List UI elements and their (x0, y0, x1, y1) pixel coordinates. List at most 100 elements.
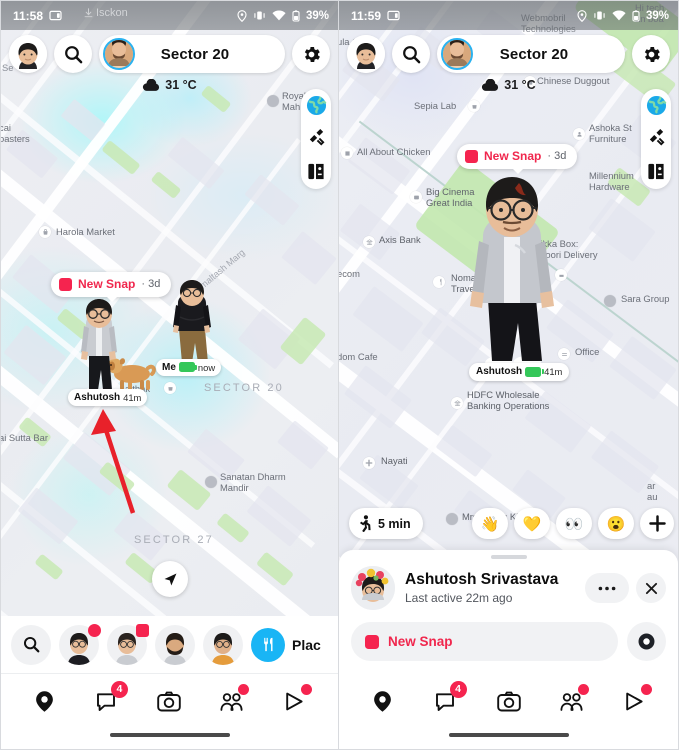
poi-icon (39, 226, 51, 238)
settings-button[interactable] (292, 35, 330, 73)
friend-name: Ashutosh (476, 366, 523, 377)
chat-badge: 4 (449, 680, 467, 698)
me-name-pin[interactable]: Me now (156, 359, 222, 376)
map-label: HDFC Wholesale Banking Operations (467, 389, 550, 411)
snap-square-icon (465, 149, 478, 163)
friend-last-active: Last active 22m ago (405, 590, 513, 605)
left-screen: Harola Market Royal Mah Se cai oasters a… (0, 0, 339, 750)
nav-friends[interactable] (212, 682, 252, 722)
status-time: 11:59 (351, 8, 382, 23)
reaction-add-button[interactable] (640, 508, 674, 539)
friend-profile-sheet[interactable]: Ashutosh Srivastava Last active 22m ago … (339, 550, 678, 674)
new-snap-pin-left[interactable]: New Snap · 3d (51, 272, 172, 302)
friend-distance: 41m (544, 366, 563, 377)
search-icon (23, 636, 39, 653)
weather-widget-left: 31 °C (1, 78, 338, 92)
carousel-search-button[interactable] (11, 624, 51, 665)
reaction-bar[interactable]: 👋 💛 👀 😮 (472, 508, 674, 539)
people-icon (560, 692, 582, 711)
poi-icon (451, 397, 463, 409)
reaction-heart-icon[interactable]: 💛 (514, 508, 550, 539)
snap-badge (136, 623, 149, 637)
status-bar-left: 11:58 39% (1, 1, 338, 30)
profile-avatar-button[interactable] (347, 35, 385, 73)
screenshot-icon (49, 10, 62, 21)
camera-shortcut-button[interactable] (627, 622, 666, 661)
friend-name-pin-right[interactable]: Ashutosh 41m (469, 363, 570, 381)
new-snap-button[interactable]: New Snap (351, 622, 618, 661)
satellite-icon[interactable] (645, 127, 667, 149)
close-sheet-button[interactable] (636, 573, 666, 603)
search-button[interactable] (392, 35, 430, 73)
more-options-button[interactable] (585, 573, 629, 603)
poi-icon (433, 276, 445, 288)
layers-icon[interactable] (305, 160, 327, 182)
reaction-surprised-icon[interactable]: 😮 (598, 508, 634, 539)
sheet-grabber[interactable] (490, 555, 527, 559)
snap-square-icon (365, 634, 379, 649)
map-label: ai Sutta Bar (0, 432, 48, 443)
status-bar-right: 11:59 39% (339, 1, 678, 30)
satellite-icon[interactable] (305, 127, 327, 149)
map-label: All About Chicken (357, 146, 431, 157)
new-snap-pin-right[interactable]: New Snap · 3d (457, 144, 578, 174)
me-label: Me (162, 361, 176, 373)
home-indicator (339, 733, 678, 749)
poi-icon (604, 295, 616, 307)
nav-spotlight[interactable] (615, 682, 655, 722)
weather-temp: 31 °C (504, 78, 536, 92)
search-button[interactable] (54, 35, 92, 73)
places-button[interactable]: Plac (251, 627, 321, 662)
globe-icon[interactable] (305, 94, 327, 116)
carousel-friend-1[interactable] (59, 623, 101, 665)
map-sector-label: SECTOR 27 (134, 534, 214, 546)
map-label: Office (575, 346, 600, 357)
nav-camera[interactable] (149, 682, 189, 722)
map-label: Millennium Hardware (589, 170, 634, 192)
friend-bitmoji-ashutosh[interactable] (70, 296, 166, 401)
nav-map[interactable] (24, 682, 64, 722)
carousel-friend-3[interactable] (155, 624, 195, 665)
nav-chat[interactable]: 4 (87, 680, 128, 722)
chat-badge: 4 (110, 680, 128, 698)
poi-icon (363, 236, 375, 248)
map-label: Axis Bank (379, 234, 421, 245)
search-icon (64, 45, 82, 63)
location-search-bar[interactable]: Sector 20 (437, 35, 625, 73)
locate-me-button[interactable] (152, 561, 188, 597)
nav-friends[interactable] (552, 682, 592, 722)
play-icon (626, 692, 643, 711)
globe-icon[interactable] (645, 94, 667, 116)
poi-icon (446, 513, 458, 525)
walk-time-pill[interactable]: 5 min (349, 508, 423, 539)
carousel-friend-2[interactable] (107, 623, 149, 665)
nav-map[interactable] (363, 682, 403, 722)
map-label: Ashoka St Furniture (589, 122, 632, 144)
carousel-friend-4[interactable] (203, 624, 243, 665)
battery-percent: 39% (305, 9, 329, 22)
settings-button[interactable] (632, 35, 670, 73)
friends-badge (577, 683, 589, 695)
nav-spotlight[interactable] (275, 682, 315, 722)
friend-bitmoji-large[interactable] (459, 173, 565, 378)
walking-icon (359, 515, 371, 532)
profile-avatar-button[interactable] (9, 35, 47, 73)
layers-icon[interactable] (645, 160, 667, 182)
avatar[interactable] (351, 566, 395, 610)
reaction-eyes-icon[interactable]: 👀 (556, 508, 592, 539)
new-snap-label: New Snap (484, 149, 542, 163)
location-search-bar[interactable]: Sector 20 (99, 35, 285, 73)
top-bar-right: Sector 20 (339, 34, 678, 74)
right-screen: Webmobril Technologies Hi tech an boa ul… (339, 0, 679, 750)
weather-widget-right: 31 °C (339, 78, 678, 92)
new-snap-ago: · 3d (547, 150, 567, 162)
nav-camera[interactable] (489, 682, 529, 722)
nav-chat[interactable]: 4 (426, 680, 467, 722)
bitmoji-avatar (347, 35, 385, 73)
location-title: Sector 20 (499, 45, 569, 63)
map-label: Nayati (381, 455, 408, 466)
friends-carousel[interactable]: Plac (1, 616, 338, 674)
people-icon (220, 692, 243, 711)
reaction-wave-icon[interactable]: 👋 (472, 508, 508, 539)
plus-icon (648, 515, 666, 532)
